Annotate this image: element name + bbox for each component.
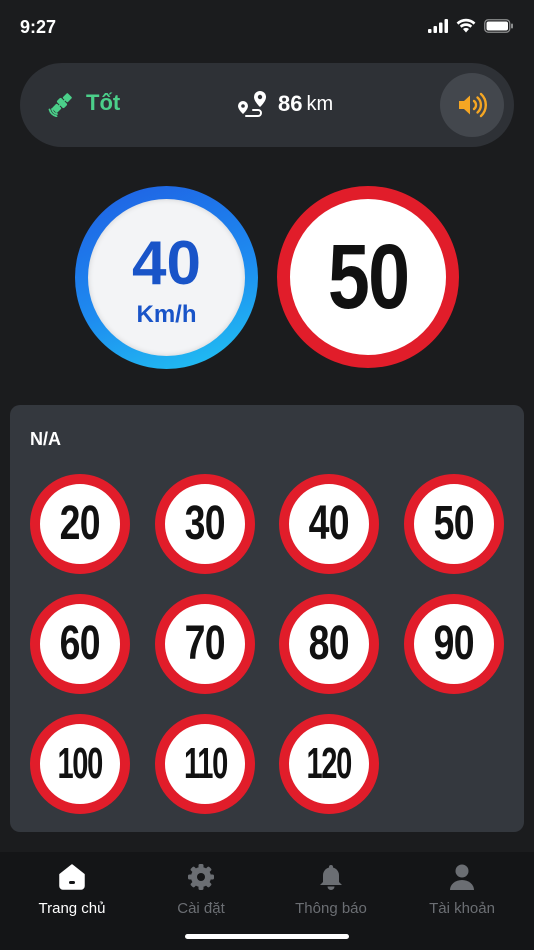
gear-icon [188,864,214,890]
speed-limit-option-value: 120 [306,739,353,788]
speed-limit-option-value: 90 [433,617,475,670]
tab-label: Trang chủ [38,900,106,917]
speed-limit-option-value: 40 [308,497,350,550]
speed-limit-option-value: 20 [59,497,101,550]
speed-limit-option-value: 50 [433,497,475,550]
panel-label: N/A [30,429,61,449]
sound-toggle-button[interactable] [440,73,504,137]
speaker-icon [459,92,487,118]
speed-limit-option[interactable]: 80 [279,594,379,694]
home-icon [59,864,85,890]
current-speed-value: 40 [132,228,201,298]
distance-unit: km [306,92,334,115]
distance-readout: 86 km [236,89,333,119]
tab-account[interactable]: Tài khoản [395,862,529,917]
speed-limit-sign: 50 [277,186,459,368]
speed-limit-option-value: 110 [183,739,228,788]
bell-icon [320,865,342,890]
route-icon [238,91,266,117]
tab-label: Thông báo [295,900,367,917]
speed-limit-option-value: 30 [184,497,226,550]
speed-limit-option[interactable]: 20 [30,474,130,574]
tab-label: Tài khoản [429,900,495,917]
speed-limit-option[interactable]: 100 [30,714,130,814]
speed-limit-picker-panel: N/A 20 30 40 50 60 70 80 90 100 110 120 [10,405,524,832]
tab-settings[interactable]: Cài đặt [134,862,268,917]
tab-notifications[interactable]: Thông báo [264,862,398,917]
speed-limit-option[interactable]: 50 [404,474,504,574]
cellular-signal-icon [428,18,448,33]
speed-limit-option[interactable]: 30 [155,474,255,574]
current-speed-unit: Km/h [136,300,197,328]
status-time: 9:27 [20,17,57,37]
status-icons [428,18,514,33]
tab-label: Cài đặt [177,900,225,917]
current-speed-gauge: 40 Km/h [75,186,258,369]
wifi-icon [456,18,476,33]
speed-limit-option[interactable]: 40 [279,474,379,574]
speed-limit-option[interactable]: 110 [155,714,255,814]
trip-info-card: Tốt 86 km [20,63,514,147]
gps-status: Tốt [48,89,120,117]
speed-limit-option[interactable]: 60 [30,594,130,694]
speed-limit-option-value: 80 [308,617,350,670]
speed-limit-option[interactable]: 90 [404,594,504,694]
current-speed-face: 40 Km/h [88,199,245,356]
speed-limit-option-value: 70 [184,617,226,670]
battery-icon [484,18,513,33]
speed-limit-option[interactable]: 120 [279,714,379,814]
status-bar: 9:27 [0,0,534,56]
speed-limit-option-value: 60 [59,617,101,670]
speed-limit-option[interactable]: 70 [155,594,255,694]
tab-home[interactable]: Trang chủ [5,862,139,917]
gps-status-label: Tốt [86,90,121,115]
user-icon [450,864,474,890]
distance-value: 86 [278,91,303,116]
speed-limit-option-value: 100 [57,739,104,788]
satellite-icon [48,93,72,117]
speed-limit-value: 50 [327,225,410,328]
home-indicator [185,934,349,939]
